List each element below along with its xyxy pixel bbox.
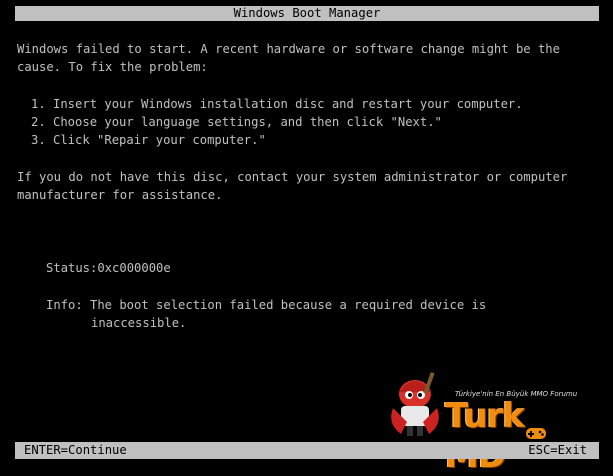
status-label: Status: (46, 261, 98, 275)
enter-continue-hint[interactable]: ENTER=Continue (24, 442, 127, 459)
step-1: 1. Insert your Windows installation disc… (31, 97, 523, 111)
no-disc-message-line-2: manufacturer for assistance. (17, 188, 223, 202)
error-message-line-1: Windows failed to start. A recent hardwa… (17, 42, 560, 56)
status-code: 0xc000000e (97, 261, 171, 275)
watermark-gamepad-icon (525, 410, 547, 439)
step-3: 3. Click "Repair your computer." (31, 133, 266, 147)
watermark-brand: TurkMD (445, 396, 605, 476)
info-line-1: The boot selection failed because a requ… (90, 298, 487, 312)
no-disc-message-line-1: If you do not have this disc, contact yo… (17, 170, 568, 184)
mascot-logo (391, 371, 439, 436)
title-bar: Windows Boot Manager (15, 6, 599, 21)
status-row: Status: 0xc000000e (46, 259, 171, 277)
turkmmo-watermark: Türkiye'nin En Büyük MMO Forumu TurkMD (385, 360, 605, 476)
step-2: 2. Choose your language settings, and th… (31, 115, 442, 129)
info-line-2: inaccessible. (91, 316, 187, 330)
footer-bar: ENTER=Continue ESC=Exit (15, 442, 599, 459)
error-message-line-2: cause. To fix the problem: (17, 60, 208, 74)
info-row: Info: The boot selection failed because a… (46, 296, 486, 314)
window-title: Windows Boot Manager (233, 6, 381, 20)
esc-exit-hint[interactable]: ESC=Exit (528, 442, 587, 459)
watermark-brand-left: Turk (445, 396, 525, 436)
info-label: Info: (46, 298, 83, 312)
